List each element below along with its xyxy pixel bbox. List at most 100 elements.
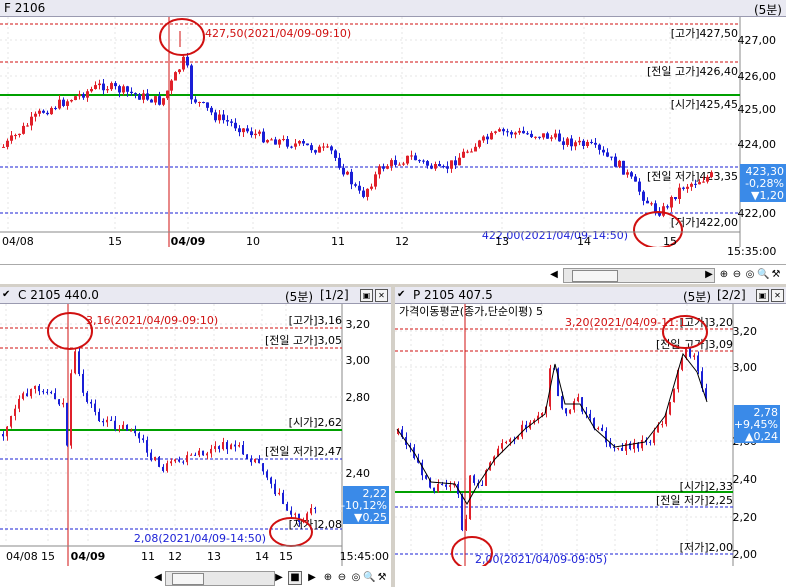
candle (446, 166, 449, 169)
put-option-chart-panel: ✔ P 2105 407.5 (5분) [2/2] ▣ ✕ 3,20 3,00 2,… (395, 287, 786, 587)
candle (614, 156, 617, 167)
candle (605, 430, 607, 443)
candle (30, 116, 33, 126)
candle (34, 385, 36, 389)
candle (566, 138, 569, 145)
call-candlestick-chart[interactable]: 3,203,002,802,402,20[고가]3,16[전일 고가]3,05[… (0, 304, 391, 566)
futures-candlestick-chart[interactable]: 427,00 426,00 425,00 424,00 422,00 [고가]427,50… (0, 17, 786, 247)
candle (250, 458, 252, 463)
zoom-out-icon[interactable]: ⊖ (731, 269, 743, 281)
candle (693, 355, 695, 357)
candle (86, 91, 89, 98)
candle (38, 110, 41, 114)
zoom-in-icon[interactable]: ⊕ (322, 572, 334, 584)
candle (150, 452, 152, 461)
x-tick-label: 04/09 (171, 235, 206, 247)
candle (82, 94, 85, 98)
scrollbar-thumb[interactable] (572, 270, 618, 282)
candle (198, 101, 201, 103)
candle (18, 133, 21, 136)
candle (490, 132, 493, 140)
candle (142, 93, 145, 100)
play-right-icon[interactable]: ▶ (703, 269, 715, 281)
zoom-out-icon[interactable]: ⊖ (336, 572, 348, 584)
candle (190, 65, 193, 100)
candle (666, 206, 669, 208)
candle (461, 494, 463, 531)
candle (634, 176, 637, 182)
y-tick-label: 427,00 (738, 34, 777, 47)
candle (610, 156, 613, 158)
candle (662, 206, 665, 216)
candle (90, 89, 93, 92)
x-tick-label: 11 (331, 235, 345, 247)
candle (150, 99, 153, 103)
play-right-icon[interactable]: ▶ (306, 572, 318, 584)
candle (498, 129, 501, 132)
settings-icon[interactable]: ⚒ (376, 572, 388, 584)
high-label: [고가]427,50 (671, 27, 738, 40)
search-icon[interactable]: 🔍 (363, 572, 375, 584)
candle (146, 440, 148, 453)
timeline-scrollbar[interactable] (563, 268, 715, 283)
candle (2, 434, 4, 437)
candle (410, 155, 413, 157)
play-right-icon[interactable]: ▶ (273, 572, 285, 584)
x-tick-label: 04/08 (2, 235, 34, 247)
candle (202, 101, 205, 103)
restore-icon[interactable]: ▣ (360, 289, 373, 302)
candle (226, 120, 229, 122)
candle (530, 133, 533, 138)
candle (462, 151, 465, 158)
candle (586, 141, 589, 146)
scrollbar-thumb[interactable] (172, 573, 204, 585)
candle (706, 176, 709, 182)
candle (26, 393, 28, 397)
candle (246, 128, 249, 132)
checkbox-icon[interactable]: ✔ (397, 289, 408, 300)
candle (601, 427, 603, 431)
candle (334, 150, 337, 158)
candle (182, 461, 184, 463)
candle (697, 355, 699, 372)
candle (430, 165, 433, 169)
search-icon[interactable]: 🔍 (757, 269, 769, 281)
x-tick-label: 12 (395, 235, 409, 247)
restore-icon[interactable]: ▣ (756, 289, 769, 302)
candle (190, 454, 192, 456)
prev-low-label: [전일 저가]2,25 (656, 493, 733, 507)
put-candlestick-chart[interactable]: 3,203,002,602,402,202,00가격이동평균(종가,단순이평) … (395, 304, 786, 566)
zoom-reset-icon[interactable]: ◎ (744, 269, 756, 281)
candle (238, 128, 241, 133)
candle (302, 140, 305, 144)
candle (94, 403, 96, 412)
stop-icon[interactable]: ■ (288, 571, 302, 585)
candle (689, 348, 691, 357)
zoom-reset-icon[interactable]: ◎ (350, 572, 362, 584)
candle (398, 164, 401, 166)
candle (678, 187, 681, 199)
settings-icon[interactable]: ⚒ (770, 269, 782, 281)
candle (694, 183, 697, 185)
timeline-scrollbar[interactable] (165, 571, 275, 586)
candle (162, 466, 164, 471)
checkbox-icon[interactable]: ✔ (2, 289, 13, 300)
zoom-in-icon[interactable]: ⊕ (718, 269, 730, 281)
candle (218, 114, 221, 121)
candle (606, 152, 609, 157)
candle (14, 135, 17, 137)
candle (589, 413, 591, 419)
close-icon[interactable]: ✕ (771, 289, 784, 302)
candle (74, 351, 76, 374)
candle (366, 188, 369, 197)
close-icon[interactable]: ✕ (375, 289, 388, 302)
candle (562, 141, 565, 145)
candle (598, 144, 601, 150)
play-left-icon[interactable]: ◀ (152, 572, 164, 584)
prev-low-label: [전일 저가]2,47 (265, 444, 342, 458)
candle (166, 463, 168, 471)
candle (581, 397, 583, 412)
candle (470, 151, 473, 153)
candle (242, 445, 244, 455)
play-left-icon[interactable]: ◀ (548, 269, 560, 281)
